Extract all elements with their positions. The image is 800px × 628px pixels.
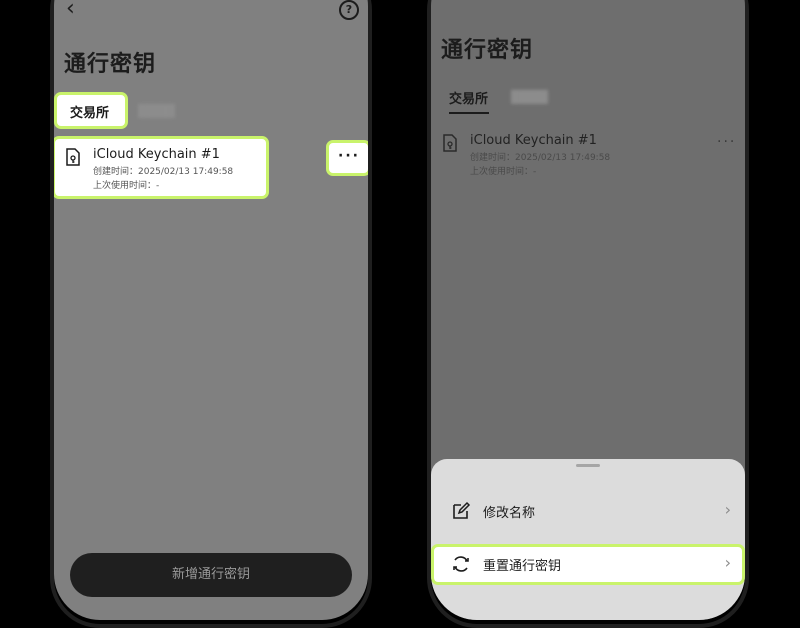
rename-row[interactable]: 修改名称 › (431, 491, 745, 531)
tab-exchange[interactable]: 交易所 (449, 88, 488, 107)
chevron-right-icon: › (724, 553, 731, 572)
tab-other[interactable]: ████ (511, 90, 548, 104)
more-options-icon[interactable]: ··· (717, 134, 736, 150)
reset-passkey-label: 重置通行密钥 (483, 559, 562, 574)
more-options-icon[interactable]: ··· (338, 148, 360, 164)
key-doc-icon (66, 148, 80, 166)
chevron-right-icon: › (724, 500, 731, 519)
sheet-handle[interactable] (576, 464, 600, 467)
refresh-icon (453, 556, 469, 572)
key-doc-icon (443, 134, 457, 152)
rename-label: 修改名称 (483, 506, 536, 521)
passkey-last-used: 上次使用时间：- (93, 181, 160, 191)
action-sheet: 修改名称 › 重置通行密钥 › (431, 459, 745, 620)
back-icon[interactable]: ‹ (66, 0, 75, 21)
passkey-created: 创建时间：2025/02/13 17:49:58 (470, 153, 611, 163)
tab-underline (449, 112, 489, 114)
page-title: 通行密钥 (441, 38, 534, 63)
page-title: 通行密钥 (64, 52, 157, 77)
passkey-name: iCloud Keychain #1 (93, 147, 220, 162)
tab-other[interactable]: ████ (138, 104, 175, 118)
passkey-created: 创建时间：2025/02/13 17:49:58 (93, 167, 234, 177)
add-passkey-button[interactable]: 新增通行密钥 (70, 553, 352, 597)
passkey-name: iCloud Keychain #1 (470, 133, 597, 148)
help-icon[interactable]: ? (339, 0, 359, 20)
edit-icon (453, 501, 471, 519)
reset-passkey-row[interactable]: 重置通行密钥 › (431, 544, 745, 584)
passkey-last-used: 上次使用时间：- (470, 167, 537, 177)
phone-left: ‹ ? 通行密钥 交易所 ████ iCloud Keychain #1 创建时… (54, 0, 368, 620)
phone-right: 通行密钥 交易所 ████ iCloud Keychain #1 创建时间：20… (431, 0, 745, 620)
tab-exchange[interactable]: 交易所 (70, 102, 109, 121)
